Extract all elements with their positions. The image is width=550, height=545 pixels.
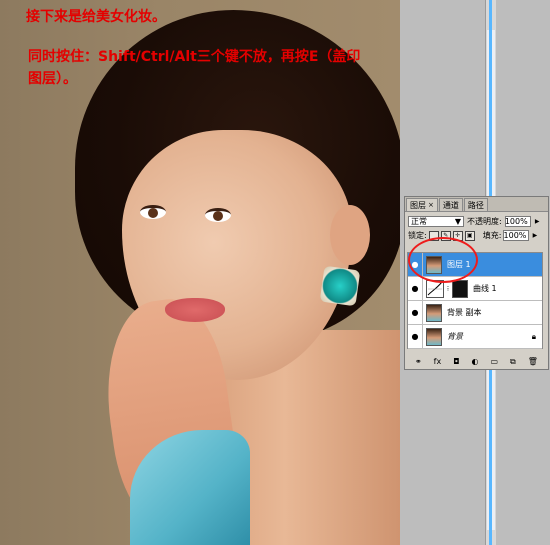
tab-paths[interactable]: 路径: [463, 198, 488, 211]
opacity-input[interactable]: 100%: [504, 216, 531, 227]
layer-mask-thumbnail: [452, 279, 468, 298]
fill-arrow-icon[interactable]: ▶: [531, 230, 538, 241]
layer-row-background-copy[interactable]: ● 背景 副本: [408, 301, 542, 325]
document-canvas[interactable]: 接下来是给美女化妆。 同时按住：Shift/Ctrl/Alt三个键不放，再按E（…: [0, 0, 400, 545]
opacity-label: 不透明度:: [467, 217, 502, 226]
layers-panel: 图层 × 通道 路径 正常 ▼ 不透明度: 100% ▶ 锁定: ✎ ✛ ▣ 填…: [404, 196, 549, 370]
photo-lips: [165, 298, 225, 322]
lock-icon: 🔒︎: [531, 331, 536, 341]
photo-left-eye: [140, 205, 166, 219]
blend-mode-value: 正常: [411, 217, 427, 226]
link-icon[interactable]: ⚭: [415, 357, 422, 366]
lock-all-icon[interactable]: ▣: [464, 230, 475, 241]
caption-line-1: 接下来是给美女化妆。: [26, 9, 166, 25]
layer-thumbnail: [426, 327, 442, 346]
photo-earring: [319, 265, 361, 307]
fill-input[interactable]: 100%: [503, 230, 530, 241]
layer-row-background[interactable]: ● 背景 🔒︎: [408, 325, 542, 349]
opacity-value: 100%: [504, 217, 528, 226]
chain-link-icon[interactable]: ⁝: [444, 285, 452, 293]
layer-name: 背景: [447, 332, 463, 341]
blend-mode-select[interactable]: 正常 ▼: [408, 216, 464, 227]
tab-channels[interactable]: 通道: [438, 198, 463, 211]
eye-icon[interactable]: ●: [408, 325, 423, 348]
panel-bottom-toolbar: ⚭ fx ◘ ◐ ▭ ⧉ 🗑︎: [405, 354, 548, 369]
new-layer-icon[interactable]: ⧉: [510, 357, 516, 367]
caption-line-2: 同时按住：Shift/Ctrl/Alt三个键不放，再按E（盖印图层）。: [28, 49, 361, 87]
eye-icon[interactable]: ●: [408, 301, 423, 324]
folder-icon[interactable]: ▭: [491, 357, 499, 366]
eye-icon[interactable]: ●: [408, 277, 423, 300]
blend-opacity-row: 正常 ▼ 不透明度: 100% ▶: [405, 212, 548, 229]
tab-layers-label: 图层: [410, 200, 426, 210]
fill-label: 填充:: [482, 231, 502, 240]
mask-icon[interactable]: ◘: [453, 357, 459, 366]
highlight-ring: [408, 237, 478, 283]
layer-name: 背景 副本: [447, 308, 482, 317]
tab-channels-label: 通道: [442, 200, 459, 210]
panel-tabs: 图层 × 通道 路径: [405, 197, 548, 212]
photo-ear: [330, 205, 370, 265]
fill-value: 100%: [503, 231, 527, 240]
fx-icon[interactable]: fx: [434, 357, 442, 366]
layer-name: 曲线 1: [473, 284, 497, 293]
tab-layers[interactable]: 图层 ×: [406, 198, 438, 211]
layer-thumbnail: [426, 303, 442, 322]
opacity-arrow-icon[interactable]: ▶: [534, 216, 541, 227]
trash-icon[interactable]: 🗑︎: [528, 357, 538, 366]
adjustment-icon[interactable]: ◐: [472, 357, 479, 366]
close-icon[interactable]: ×: [428, 201, 434, 209]
chevron-down-icon: ▼: [454, 217, 461, 226]
tab-paths-label: 路径: [467, 200, 484, 210]
photo-right-eye: [205, 208, 231, 222]
